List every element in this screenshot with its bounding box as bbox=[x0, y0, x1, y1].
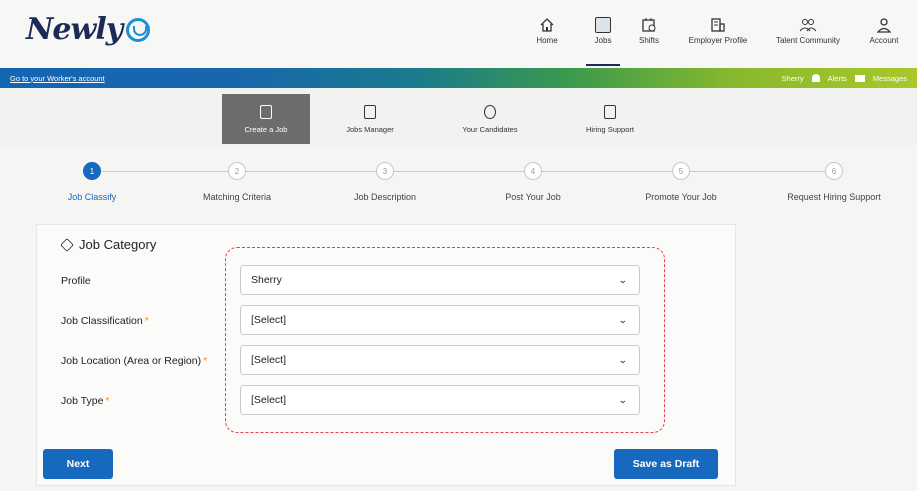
top-header: Newly Home Jobs Shifts Employer Profile bbox=[0, 0, 917, 68]
step-label: Request Hiring Support bbox=[787, 192, 881, 202]
brand-logo[interactable]: Newly bbox=[26, 12, 151, 47]
card-title-text: Job Category bbox=[79, 237, 157, 252]
nav-talent-community[interactable]: Talent Community bbox=[768, 14, 848, 62]
nav-jobs[interactable]: Jobs bbox=[586, 14, 620, 66]
job-location-value: [Select] bbox=[251, 354, 287, 366]
people-icon bbox=[799, 14, 817, 36]
required-marker: * bbox=[144, 315, 149, 327]
job-classification-select[interactable]: [Select] ⌄ bbox=[240, 305, 640, 335]
account-banner: Go to your Worker's account Sherry Alert… bbox=[0, 68, 917, 88]
tab-jobs-manager-label: Jobs Manager bbox=[346, 124, 394, 134]
tab-create-a-job[interactable]: Create a Job bbox=[222, 94, 310, 144]
nav-employer-profile-label: Employer Profile bbox=[688, 36, 748, 45]
user-name[interactable]: Sherry bbox=[782, 74, 804, 83]
home-icon bbox=[539, 14, 555, 36]
support-icon bbox=[604, 104, 616, 119]
calendar-icon bbox=[641, 14, 657, 36]
chevron-down-icon: ⌄ bbox=[618, 354, 629, 365]
messages-link[interactable]: Messages bbox=[873, 74, 907, 83]
nav-employer-profile[interactable]: Employer Profile bbox=[683, 14, 753, 62]
worker-account-link[interactable]: Go to your Worker's account bbox=[10, 74, 105, 83]
step-number: 1 bbox=[83, 162, 101, 180]
step-label: Promote Your Job bbox=[645, 192, 717, 202]
nav-account-label: Account bbox=[869, 36, 899, 45]
nav-home[interactable]: Home bbox=[527, 14, 567, 62]
nav-home-label: Home bbox=[536, 36, 558, 45]
job-type-label: Job Type * bbox=[61, 395, 110, 407]
user-icon bbox=[876, 14, 892, 36]
step-matching-criteria[interactable]: 2 Matching Criteria bbox=[162, 150, 312, 202]
nav-jobs-label: Jobs bbox=[594, 36, 612, 45]
step-request-hiring-support[interactable]: 6 Request Hiring Support bbox=[759, 150, 909, 202]
step-number: 5 bbox=[672, 162, 690, 180]
required-marker: * bbox=[105, 395, 110, 407]
tab-hiring-support-label: Hiring Support bbox=[586, 124, 634, 134]
chevron-down-icon: ⌄ bbox=[618, 394, 629, 405]
job-classification-label: Job Classification * bbox=[61, 315, 149, 327]
chevron-down-icon: ⌄ bbox=[618, 314, 629, 325]
step-number: 3 bbox=[376, 162, 394, 180]
job-classification-value: [Select] bbox=[251, 314, 287, 326]
step-label: Post Your Job bbox=[505, 192, 561, 202]
candidates-icon bbox=[484, 104, 496, 119]
clipboard-icon bbox=[364, 104, 376, 119]
alerts-link[interactable]: Alerts bbox=[828, 74, 847, 83]
chevron-down-icon: ⌄ bbox=[618, 274, 629, 285]
tab-jobs-manager[interactable]: Jobs Manager bbox=[326, 94, 414, 144]
job-type-select[interactable]: [Select] ⌄ bbox=[240, 385, 640, 415]
next-button[interactable]: Next bbox=[43, 449, 113, 479]
tab-create-a-job-label: Create a Job bbox=[244, 124, 288, 134]
envelope-icon bbox=[854, 74, 865, 82]
nav-shifts[interactable]: Shifts bbox=[634, 14, 664, 62]
step-post-your-job[interactable]: 4 Post Your Job bbox=[458, 150, 608, 202]
job-category-card: Job Category Profile Sherry ⌄ Job Classi… bbox=[36, 224, 736, 486]
nav-talent-community-label: Talent Community bbox=[775, 36, 841, 45]
profile-select[interactable]: Sherry ⌄ bbox=[240, 265, 640, 295]
tab-your-candidates[interactable]: Your Candidates bbox=[446, 94, 534, 144]
bell-icon bbox=[811, 74, 820, 82]
tab-hiring-support[interactable]: Hiring Support bbox=[566, 94, 654, 144]
job-location-label: Job Location (Area or Region) * bbox=[61, 355, 208, 367]
brand-name: Newly bbox=[26, 12, 123, 47]
banner-right: Sherry Alerts Messages bbox=[782, 74, 907, 83]
job-location-select[interactable]: [Select] ⌄ bbox=[240, 345, 640, 375]
profile-label: Profile bbox=[61, 275, 91, 287]
job-type-value: [Select] bbox=[251, 394, 287, 406]
card-title: Job Category bbox=[60, 237, 157, 252]
tab-your-candidates-label: Your Candidates bbox=[462, 124, 518, 134]
step-number: 2 bbox=[228, 162, 246, 180]
step-label: Job Classify bbox=[67, 192, 117, 202]
jobs-icon bbox=[595, 14, 611, 36]
step-label: Job Description bbox=[353, 192, 417, 202]
step-label: Matching Criteria bbox=[202, 192, 272, 202]
job-subtabs: Create a Job Jobs Manager Your Candidate… bbox=[0, 88, 917, 146]
nav-shifts-label: Shifts bbox=[638, 36, 659, 45]
heart-circle-icon bbox=[126, 17, 151, 42]
save-as-draft-button[interactable]: Save as Draft bbox=[614, 449, 718, 479]
profile-select-value: Sherry bbox=[251, 274, 282, 286]
step-promote-your-job[interactable]: 5 Promote Your Job bbox=[606, 150, 756, 202]
step-number: 6 bbox=[825, 162, 843, 180]
step-number: 4 bbox=[524, 162, 542, 180]
step-job-classify[interactable]: 1 Job Classify bbox=[17, 150, 167, 202]
category-icon bbox=[60, 237, 74, 252]
building-icon bbox=[710, 14, 726, 36]
required-marker: * bbox=[203, 355, 208, 367]
nav-account[interactable]: Account bbox=[864, 14, 904, 62]
progress-stepper: 1 Job Classify 2 Matching Criteria 3 Job… bbox=[0, 150, 917, 220]
step-job-description[interactable]: 3 Job Description bbox=[310, 150, 460, 202]
create-job-icon bbox=[260, 104, 272, 119]
